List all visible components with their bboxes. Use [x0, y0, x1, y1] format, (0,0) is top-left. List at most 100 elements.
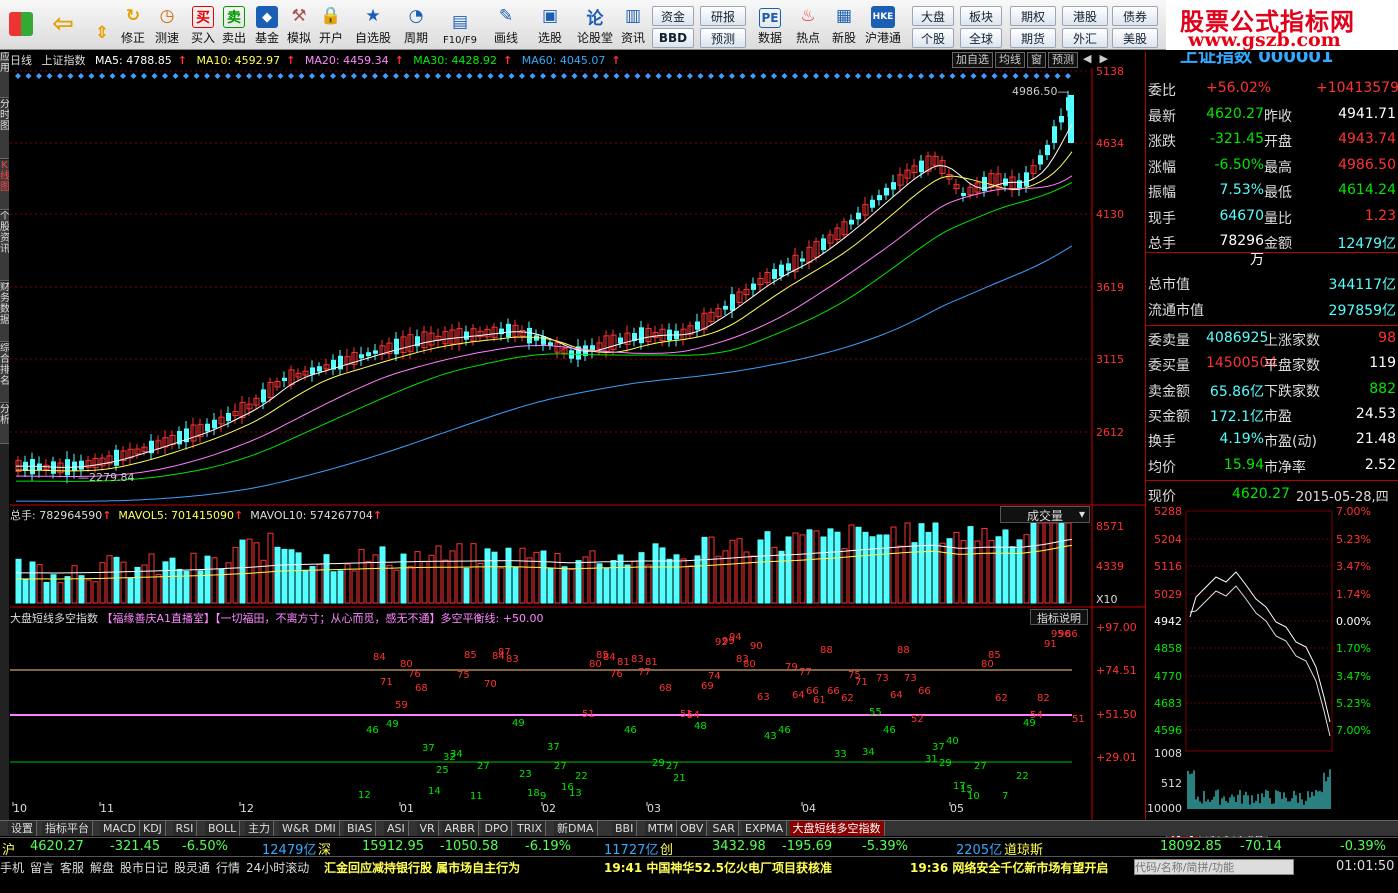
forum-button[interactable]: 论 论股堂: [576, 2, 614, 48]
price-axis-label: 2612: [1096, 426, 1124, 439]
quote-label-2: 平盘家数: [1264, 358, 1320, 375]
intraday-left-axis-label: 5288: [1154, 507, 1182, 518]
stock-picker-button[interactable]: ▣ 选股: [530, 2, 570, 48]
indicator-tab[interactable]: RSI: [172, 821, 198, 836]
indicator-tab[interactable]: EXPMA: [742, 821, 788, 836]
news-menu-item[interactable]: 股市日记: [120, 859, 168, 876]
back-button[interactable]: ⇦: [44, 2, 82, 48]
hk-connect-button[interactable]: HKE 沪港通: [862, 2, 904, 48]
indicator-tab[interactable]: ASI: [384, 821, 409, 836]
indicator-help-button[interactable]: 指标说明: [1030, 609, 1088, 625]
sell-button[interactable]: 卖 卖出: [220, 2, 248, 48]
quote-label: 均价: [1148, 459, 1176, 476]
sector-button[interactable]: 板块: [960, 6, 1002, 26]
simulate-button[interactable]: ⚒ 模拟: [284, 2, 314, 48]
market-button[interactable]: 大盘: [912, 6, 954, 26]
indicator-tab[interactable]: VR: [416, 821, 439, 836]
news-menu-item[interactable]: 留言: [30, 859, 54, 876]
news-menu-item[interactable]: 股灵通: [174, 859, 210, 876]
indicator-tab[interactable]: BBI: [612, 821, 638, 836]
menu-grid-button[interactable]: [4, 2, 38, 48]
indicator-tab[interactable]: MTM: [644, 821, 678, 836]
indicator-tab[interactable]: BIAS: [344, 821, 377, 836]
ticker-item-1[interactable]: 汇金回应减持银行股 属市场自主行为: [324, 859, 520, 876]
indicator-value: 80: [743, 659, 756, 670]
indicator-tab[interactable]: DMI: [311, 821, 340, 836]
research-button[interactable]: 研报: [700, 6, 746, 26]
ipo-button[interactable]: ▦ 新股: [828, 2, 860, 48]
clock-icon: ◷: [159, 6, 175, 26]
quote-value: -6.50%: [1214, 156, 1264, 173]
period-button[interactable]: ◔ 周期: [398, 2, 434, 48]
hk-stock-button[interactable]: 港股: [1062, 6, 1108, 26]
hotspot-label: 热点: [795, 31, 820, 45]
open-account-button[interactable]: 🔒 开户: [316, 2, 346, 48]
volume-bar: [736, 538, 743, 604]
fund-button[interactable]: ◆ 基金: [252, 2, 282, 48]
ticker-item-2[interactable]: 19:41 中国神华52.5亿火电厂项目获核准: [604, 859, 832, 876]
data-button[interactable]: PE 数据: [752, 2, 788, 48]
sell-icon: 卖: [223, 6, 245, 28]
capital-button[interactable]: 资金: [652, 6, 694, 26]
code-search-input[interactable]: [1134, 859, 1294, 875]
price-axis-label: 3619: [1096, 281, 1124, 294]
fix-button[interactable]: ↻ 修正: [118, 2, 148, 48]
back-arrow-icon: ⇦: [52, 9, 74, 39]
volume-bar: [932, 522, 939, 604]
global-button[interactable]: 全球: [960, 28, 1002, 48]
indicator-tab[interactable]: MACD: [100, 821, 140, 836]
buy-button[interactable]: 买 买入: [189, 2, 217, 48]
hk-connect-icon: HKE: [871, 6, 895, 28]
indicator-value: 64: [890, 690, 903, 701]
kline-chart[interactable]: 848071766859464937343225 2712 14 1185757087…: [0, 52, 1145, 820]
news-button[interactable]: ▥ 资讯: [618, 2, 648, 48]
indicator-tab[interactable]: W&R: [279, 821, 314, 836]
volume-bar: [540, 550, 547, 604]
indicator-tab[interactable]: ARBR: [441, 821, 479, 836]
ticker-item-3[interactable]: 19:36 网络安全千亿新市场有望开启: [910, 859, 1132, 876]
news-menu-item[interactable]: 手机: [0, 859, 24, 876]
indicator-tab[interactable]: 大盘短线多空指数: [789, 821, 885, 836]
news-menu-item[interactable]: 24小时滚动: [246, 859, 309, 876]
news-menu-item[interactable]: 客服: [60, 859, 84, 876]
volume-bar: [99, 562, 106, 604]
futures-button[interactable]: 期货: [1010, 28, 1056, 48]
volume-indicator-select[interactable]: 成交量 ▾: [1000, 506, 1090, 523]
indicator-tab[interactable]: BOLL: [205, 821, 241, 836]
draw-line-button[interactable]: ✎ 画线: [488, 2, 524, 48]
indicator-tab[interactable]: 新DMA: [554, 821, 598, 836]
bond-button[interactable]: 债券: [1112, 6, 1158, 26]
indicator-tab[interactable]: 主力: [245, 821, 274, 836]
updown-button[interactable]: ⇕: [88, 2, 116, 48]
indicator-tab[interactable]: KDJ: [140, 821, 166, 836]
indicator-tab[interactable]: TRIX: [514, 821, 547, 836]
quote-label-2: 昨收: [1264, 108, 1292, 125]
stock-button[interactable]: 个股: [912, 28, 954, 48]
speedtest-button[interactable]: ◷ 测速: [152, 2, 182, 48]
indicator-value: 51: [582, 709, 595, 720]
futures-label: 期货: [1020, 31, 1045, 46]
indicator-tab[interactable]: DPO: [481, 821, 513, 836]
indicator-tab[interactable]: 指标平台: [42, 821, 93, 836]
indicator-value: 85: [464, 650, 477, 661]
volume-bar: [666, 558, 673, 604]
f10-button[interactable]: ▤ F10/F9: [438, 2, 482, 48]
candle-body: [786, 263, 791, 271]
hotspot-button[interactable]: ♨ 热点: [792, 2, 824, 48]
intraday-chart[interactable]: 5288 5204 5116 5029 4942 4858 4770 4683 4596 1008…: [1139, 505, 1398, 841]
bbd-button[interactable]: BBD: [652, 28, 694, 48]
watchlist-button[interactable]: ★ 自选股: [352, 2, 394, 48]
volume-bar: [1058, 522, 1065, 604]
us-stock-button[interactable]: 美股: [1112, 28, 1158, 48]
indicator-tab[interactable]: 设置: [8, 821, 37, 836]
quote-label: 换手: [1148, 434, 1176, 451]
indicator-tab[interactable]: OBV: [677, 821, 708, 836]
volume-bar: [190, 552, 197, 604]
quote-label-2: 下跌家数: [1264, 383, 1320, 400]
options-button[interactable]: 期权: [1010, 6, 1056, 26]
forecast-button[interactable]: 预测: [700, 28, 746, 48]
news-menu-item[interactable]: 行情: [216, 859, 240, 876]
indicator-tab[interactable]: SAR: [709, 821, 739, 836]
forex-button[interactable]: 外汇: [1062, 28, 1108, 48]
news-menu-item[interactable]: 解盘: [90, 859, 114, 876]
